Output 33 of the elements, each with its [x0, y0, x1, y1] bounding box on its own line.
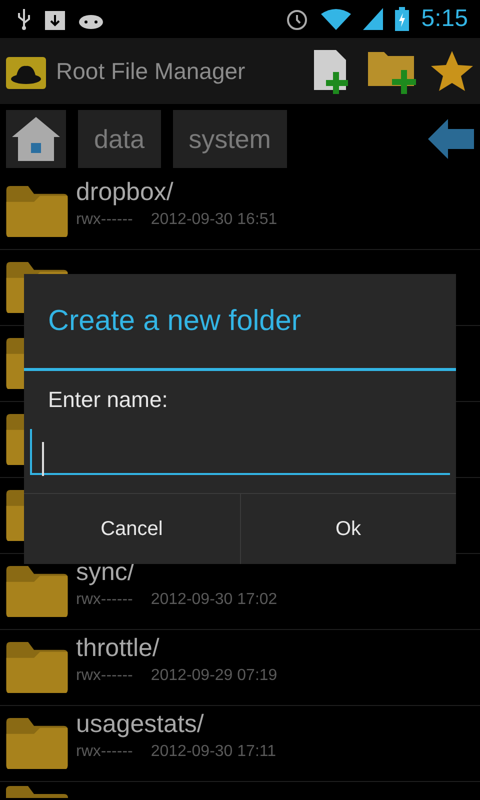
signal-icon — [363, 8, 384, 30]
folder-name: throttle/ — [76, 634, 160, 663]
dialog-title: Create a new folder — [24, 274, 456, 371]
battery-icon — [395, 7, 410, 31]
house-icon — [10, 115, 62, 163]
modified-date: 2012-09-30 16:51 — [150, 211, 278, 229]
back-arrow-icon[interactable] — [428, 119, 474, 159]
modified-date: 2012-09-30 17:02 — [150, 591, 278, 609]
modified-date: 2012-09-30 17:11 — [150, 743, 276, 761]
folder-name: dropbox/ — [76, 178, 174, 207]
wifi-icon — [321, 8, 352, 30]
name-input-field[interactable] — [30, 429, 450, 475]
permissions-text: rwx------ — [76, 591, 133, 609]
path-button[interactable]: system — [172, 110, 287, 168]
folder-icon — [4, 186, 70, 238]
folder-name: usagestats/ — [76, 710, 205, 739]
field-label: Enter name: — [47, 387, 169, 413]
path-button[interactable]: data — [78, 110, 161, 168]
modified-date: 2012-09-29 07:19 — [150, 667, 278, 685]
usb-icon — [16, 7, 32, 31]
text-cursor — [42, 442, 44, 476]
permissions-text: rwx------ — [76, 211, 133, 229]
alarm-icon — [285, 7, 310, 31]
folder-icon — [4, 718, 70, 770]
star-icon[interactable] — [430, 50, 474, 92]
permissions-text: rwx------ — [76, 667, 133, 685]
app-title: Root File Manager — [56, 58, 246, 84]
permissions-text: rwx------ — [76, 743, 133, 761]
folder-icon — [4, 566, 70, 618]
folder-icon — [4, 786, 70, 798]
home-button[interactable] — [6, 110, 66, 168]
folder-icon — [4, 642, 70, 694]
clock-time: 5:15 — [421, 5, 468, 33]
